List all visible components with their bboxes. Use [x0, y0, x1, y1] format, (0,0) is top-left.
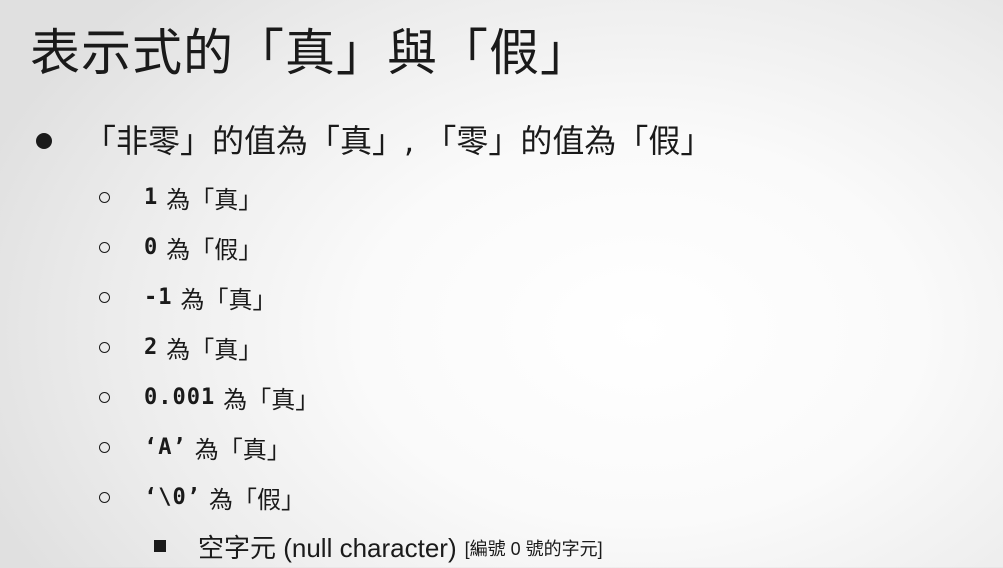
example-code: 1 [144, 184, 159, 210]
bullet-dot-icon [36, 133, 52, 149]
bullet-circle-icon [99, 491, 110, 503]
example-desc: 為「假」 [208, 485, 305, 514]
list-item: ‘\0’ 為「假」 [96, 472, 319, 522]
bullet-square-icon [154, 540, 166, 552]
note-text: 空字元 (null character) [198, 532, 457, 563]
example-code: 0.001 [144, 384, 216, 410]
example-code: 2 [144, 334, 159, 360]
example-desc: 為「假」 [166, 235, 263, 264]
example-desc: 為「真」 [180, 285, 277, 314]
example-desc: 為「真」 [223, 385, 320, 414]
main-bullet: 「非零」的值為「真」, 「零」的值為「假」 [36, 118, 712, 164]
example-desc: 為「真」 [194, 435, 291, 464]
bullet-circle-icon [99, 191, 110, 203]
example-code: 0 [144, 234, 159, 260]
list-item: 0.001 為「真」 [96, 372, 319, 422]
list-item: 2 為「真」 [96, 322, 319, 372]
list-item: 0 為「假」 [96, 222, 319, 272]
null-character-note: 空字元 (null character) [編號 0 號的字元] [154, 524, 603, 568]
example-desc: 為「真」 [166, 335, 263, 364]
bullet-circle-icon [99, 341, 110, 353]
example-desc: 為「真」 [166, 185, 263, 214]
examples-list: 1 為「真」 0 為「假」 -1 為「真」 2 為「真」 0.001 為「真」 … [96, 172, 319, 522]
bullet-circle-icon [99, 441, 110, 453]
example-code: ‘\0’ [144, 484, 201, 510]
bullet-circle-icon [99, 241, 110, 253]
main-bullet-text: 「非零」的值為「真」, 「零」的值為「假」 [84, 122, 713, 160]
bullet-circle-icon [99, 291, 110, 303]
slide-title: 表示式的「真」與「假」 [30, 24, 591, 82]
bullet-circle-icon [99, 391, 110, 403]
slide: 表示式的「真」與「假」 「非零」的值為「真」, 「零」的值為「假」 1 為「真」… [0, 0, 1003, 567]
example-code: -1 [144, 284, 173, 310]
example-code: ‘A’ [144, 434, 187, 460]
note-detail: [編號 0 號的字元] [464, 539, 603, 559]
list-item: -1 為「真」 [96, 272, 319, 322]
list-item: 1 為「真」 [96, 172, 319, 222]
list-item: ‘A’ 為「真」 [96, 422, 319, 472]
